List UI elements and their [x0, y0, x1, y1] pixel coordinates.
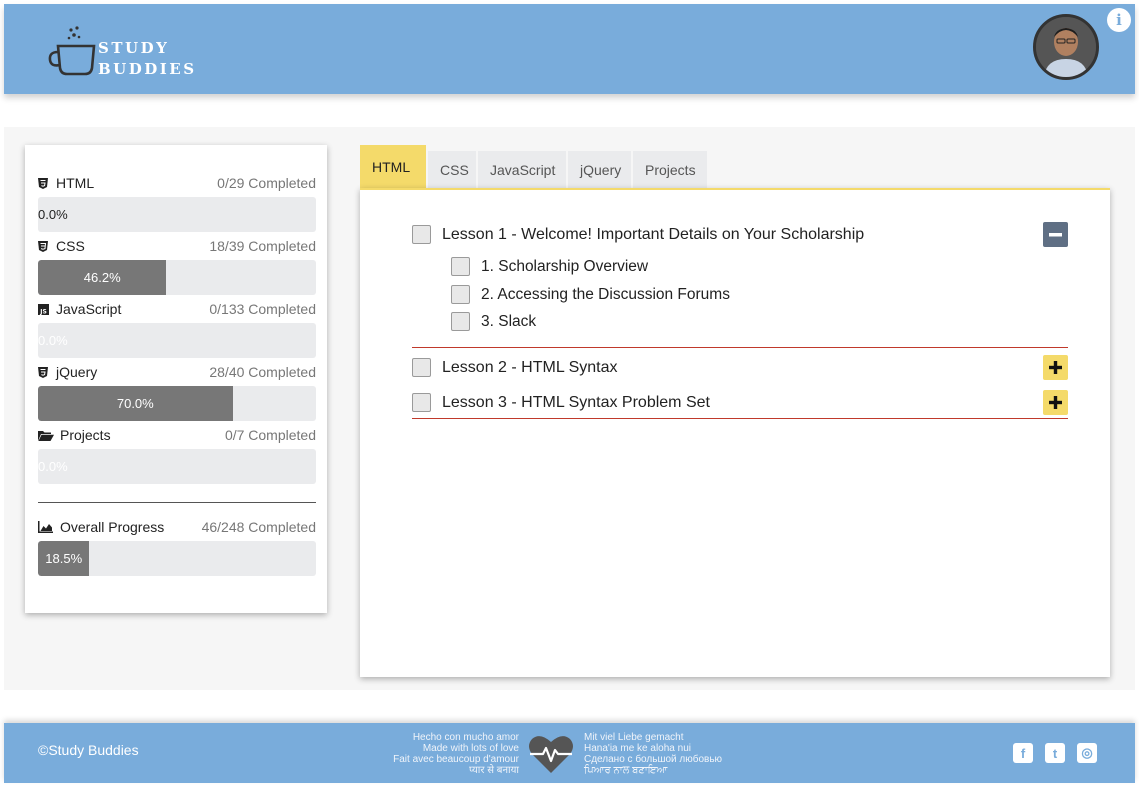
info-button[interactable]: i: [1107, 8, 1131, 32]
love-message: Сделано с большой любовью: [584, 754, 723, 765]
copyright-text: ©Study Buddies: [38, 742, 139, 758]
love-message: Made with lots of love: [422, 743, 519, 754]
progress-name: Overall Progress: [60, 519, 165, 535]
progress-percent: 18.5%: [45, 551, 83, 566]
sub-lesson-row: 3. Slack: [451, 312, 536, 331]
sub-lesson-title: 3. Slack: [481, 312, 537, 330]
sub-lesson-checkbox[interactable]: [451, 257, 470, 276]
lesson-checkbox[interactable]: [412, 393, 431, 412]
sub-lesson-checkbox[interactable]: [451, 312, 470, 331]
twitter-icon[interactable]: t: [1045, 743, 1065, 763]
lesson-separator: [412, 347, 1068, 348]
lesson-row: Lesson 2 - HTML Syntax: [412, 355, 1068, 380]
social-links: f t ◎: [1013, 743, 1097, 763]
lesson-row: Lesson 1 - Welcome! Important Details on…: [412, 222, 1068, 247]
progress-name: jQuery: [56, 364, 98, 380]
html5-icon: [38, 177, 56, 189]
tab-javascript[interactable]: JavaScript: [478, 151, 566, 189]
expand-button[interactable]: [1043, 355, 1068, 380]
progress-count: 0/7 Completed: [224, 427, 316, 443]
sub-lesson-row: 2. Accessing the Discussion Forums: [451, 285, 730, 304]
love-message: ਪਿਆਰ ਨਾਲ ਬਣਾਇਆ: [584, 765, 668, 776]
expand-button[interactable]: [1043, 390, 1068, 415]
progress-percent: 0.0%: [38, 333, 68, 348]
love-message: Fait avec beaucoup d'amour: [393, 754, 519, 765]
love-message: Mit viel Liebe gemacht: [584, 732, 684, 743]
progress-count: 18/39 Completed: [209, 238, 316, 254]
svg-text:JS: JS: [39, 308, 47, 315]
progress-bar: 70.0%: [38, 386, 316, 421]
tab-css[interactable]: CSS: [428, 151, 476, 189]
progress-name: CSS: [56, 238, 85, 254]
progress-percent: 70.0%: [116, 396, 154, 411]
html5-icon: [38, 366, 56, 378]
brand-name: STUDY BUDDIES: [98, 38, 197, 80]
progress-item-html: HTML 0/29 Completed 0.0%: [38, 173, 316, 232]
study-buddies-logo[interactable]: STUDY BUDDIES: [46, 24, 206, 84]
lesson-title: Lesson 1 - Welcome! Important Details on…: [442, 225, 865, 243]
progress-item-projects: Projects 0/7 Completed 0.0%: [38, 425, 316, 484]
facebook-icon[interactable]: f: [1013, 743, 1033, 763]
lesson-separator: [412, 418, 1068, 419]
brand-line-1: STUDY: [98, 39, 170, 57]
lesson-checkbox[interactable]: [412, 225, 431, 244]
lesson-row: Lesson 3 - HTML Syntax Problem Set: [412, 390, 1068, 415]
progress-name: HTML: [56, 175, 95, 191]
minus-icon: [1049, 232, 1062, 236]
area-chart-icon: [38, 521, 60, 533]
love-message: प्यार से बनाया: [468, 765, 519, 776]
progress-count: 28/40 Completed: [209, 364, 316, 380]
progress-bar: 0.0%: [38, 449, 316, 484]
sub-lesson-title: 2. Accessing the Discussion Forums: [481, 285, 730, 303]
divider: [38, 502, 316, 503]
progress-count: 0/133 Completed: [209, 301, 316, 317]
footer: ©Study Buddies Hecho con mucho amor Made…: [4, 723, 1135, 783]
heartbeat-icon: [529, 736, 573, 773]
js-icon: JS: [38, 303, 56, 315]
progress-percent: 0.0%: [38, 207, 68, 222]
sub-lesson-title: 1. Scholarship Overview: [481, 257, 649, 275]
progress-item-overall: Overall Progress 46/248 Completed 18.5%: [38, 517, 316, 576]
tab-projects[interactable]: Projects: [633, 151, 707, 189]
plus-icon: [1049, 361, 1062, 374]
lesson-checkbox[interactable]: [412, 358, 431, 377]
sub-lesson-checkbox[interactable]: [451, 285, 470, 304]
user-photo: [1036, 17, 1096, 77]
css3-icon: [38, 240, 56, 252]
progress-item-javascript: JS JavaScript 0/133 Completed 0.0%: [38, 299, 316, 358]
instagram-icon[interactable]: ◎: [1077, 743, 1097, 763]
lesson-panel: Lesson 1 - Welcome! Important Details on…: [360, 188, 1110, 677]
progress-bar: 0.0%: [38, 323, 316, 358]
love-messages-right: Mit viel Liebe gemacht Hana'ia me ke alo…: [584, 732, 784, 776]
progress-item-css: CSS 18/39 Completed 46.2%: [38, 236, 316, 295]
tab-jquery[interactable]: jQuery: [568, 151, 631, 189]
folder-open-icon: [38, 430, 60, 441]
progress-card: HTML 0/29 Completed 0.0% CSS 18/39 Compl…: [25, 145, 327, 613]
progress-item-jquery: jQuery 28/40 Completed 70.0%: [38, 362, 316, 421]
plus-icon: [1049, 396, 1062, 409]
coffee-cup-icon: [48, 26, 96, 76]
progress-bar: 18.5%: [38, 541, 316, 576]
love-messages-left: Hecho con mucho amor Made with lots of l…: [344, 732, 519, 776]
love-message: Hana'ia me ke aloha nui: [584, 743, 691, 754]
progress-bar: 0.0%: [38, 197, 316, 232]
progress-name: Projects: [60, 427, 111, 443]
progress-count: 0/29 Completed: [217, 175, 316, 191]
sub-lesson-row: 1. Scholarship Overview: [451, 257, 648, 276]
user-avatar[interactable]: [1033, 14, 1099, 80]
progress-bar: 46.2%: [38, 260, 316, 295]
lesson-title: Lesson 2 - HTML Syntax: [442, 358, 618, 376]
love-message: Hecho con mucho amor: [412, 732, 519, 743]
tab-html[interactable]: HTML: [360, 145, 426, 189]
course-tabs: HTML CSS JavaScript jQuery Projects: [360, 145, 709, 189]
progress-percent: 0.0%: [38, 459, 68, 474]
collapse-button[interactable]: [1043, 222, 1068, 247]
brand-line-2: BUDDIES: [98, 60, 197, 78]
lesson-title: Lesson 3 - HTML Syntax Problem Set: [442, 393, 710, 411]
progress-count: 46/248 Completed: [201, 519, 316, 535]
progress-percent: 46.2%: [83, 270, 121, 285]
header: STUDY BUDDIES: [4, 4, 1135, 94]
progress-name: JavaScript: [56, 301, 122, 317]
